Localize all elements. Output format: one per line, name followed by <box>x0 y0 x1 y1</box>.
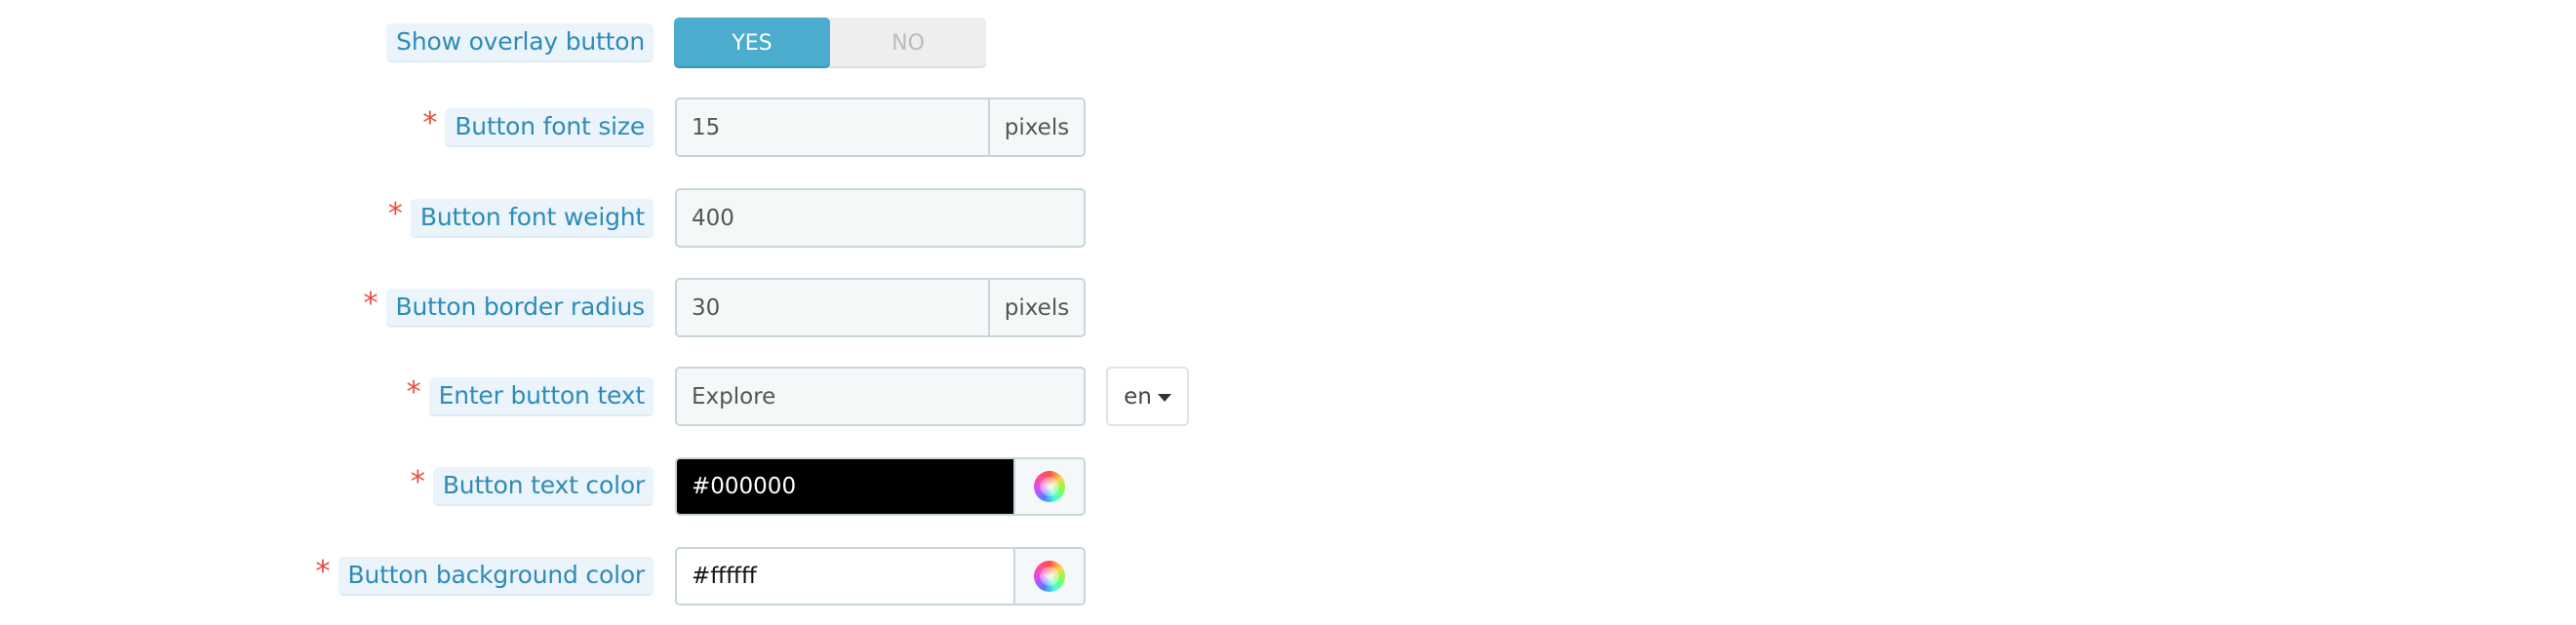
text-color-input-group <box>675 457 1086 516</box>
form-row-background-color: * Button background color <box>0 547 1268 605</box>
font-size-input-group: pixels <box>675 98 1086 157</box>
button-text-input[interactable] <box>677 369 1084 424</box>
font-size-input[interactable] <box>677 99 988 155</box>
border-radius-unit: pixels <box>988 280 1084 335</box>
label-wrap: * Enter button text <box>407 367 654 426</box>
text-color-picker-button[interactable] <box>1013 459 1084 514</box>
text-color-control <box>675 457 1086 516</box>
font-size-unit: pixels <box>988 99 1084 155</box>
font-size-label: Button font size <box>445 107 654 147</box>
show-overlay-toggle[interactable]: YES NO <box>674 18 986 68</box>
button-text-label: Enter button text <box>428 376 654 416</box>
font-weight-control <box>675 188 1086 248</box>
color-picker-icon <box>1034 561 1065 592</box>
toggle-no-option[interactable]: NO <box>830 18 986 68</box>
button-text-control <box>675 367 1086 426</box>
caret-down-icon <box>1157 394 1171 402</box>
form-row-border-radius: * Button border radius pixels <box>0 278 1268 337</box>
form-row-text-color: * Button text color <box>0 457 1268 516</box>
label-wrap: * Button text color <box>411 457 654 516</box>
background-color-input-group <box>675 547 1086 605</box>
language-code: en <box>1124 383 1152 410</box>
required-asterisk: * <box>422 105 438 140</box>
background-color-label: Button background color <box>337 557 654 596</box>
border-radius-control: pixels <box>675 278 1086 337</box>
label-wrap: * Button font weight <box>388 188 654 248</box>
text-color-label: Button text color <box>432 467 654 506</box>
border-radius-label: Button border radius <box>385 288 654 328</box>
color-picker-icon <box>1034 471 1065 502</box>
show-overlay-label: Show overlay button <box>386 23 654 62</box>
required-asterisk: * <box>363 286 378 321</box>
required-asterisk: * <box>406 374 421 410</box>
text-color-swatch-field <box>677 459 1013 514</box>
label-wrap: * Button font size <box>422 98 654 157</box>
text-color-input[interactable] <box>677 459 1013 514</box>
background-color-control <box>675 547 1086 605</box>
toggle-yes-option[interactable]: YES <box>674 18 830 68</box>
form-row-font-weight: * Button font weight <box>0 188 1268 248</box>
label-wrap: Show overlay button <box>386 18 654 68</box>
border-radius-input[interactable] <box>677 280 988 335</box>
required-asterisk: * <box>410 465 425 499</box>
button-text-input-group <box>675 367 1086 426</box>
font-size-control: pixels <box>675 98 1086 157</box>
language-dropdown-button[interactable]: en <box>1106 367 1189 426</box>
label-wrap: * Button background color <box>316 547 654 605</box>
required-asterisk: * <box>387 196 403 231</box>
label-wrap: * Button border radius <box>364 278 654 337</box>
form-row-show-overlay: Show overlay button <box>0 18 1268 68</box>
required-asterisk: * <box>315 555 331 589</box>
font-weight-input[interactable] <box>677 190 1084 246</box>
font-weight-label: Button font weight <box>410 198 654 238</box>
background-color-picker-button[interactable] <box>1013 549 1084 604</box>
form-row-font-size: * Button font size pixels <box>0 98 1268 157</box>
background-color-input[interactable] <box>677 549 1013 604</box>
font-weight-input-group <box>675 188 1086 248</box>
background-color-swatch-field <box>677 549 1013 604</box>
form-row-button-text: * Enter button text <box>0 367 1268 426</box>
border-radius-input-group: pixels <box>675 278 1086 337</box>
